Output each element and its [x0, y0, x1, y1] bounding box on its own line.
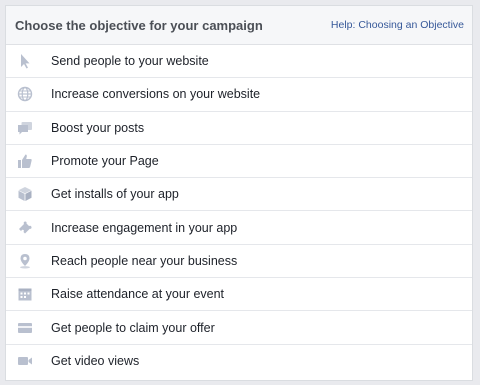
thumbs-up-icon: [16, 152, 34, 170]
puzzle-icon: [16, 219, 34, 237]
objective-item-website-conversions[interactable]: Increase conversions on your website: [6, 78, 472, 112]
objective-label: Increase engagement in your app: [51, 220, 238, 235]
panel-header: Choose the objective for your campaign H…: [6, 6, 472, 45]
objective-item-boost-posts[interactable]: Boost your posts: [6, 112, 472, 145]
objective-item-app-installs[interactable]: Get installs of your app: [6, 178, 472, 212]
objective-item-event-responses[interactable]: Raise attendance at your event: [6, 278, 472, 312]
objective-panel: Choose the objective for your campaign H…: [5, 5, 473, 381]
objective-item-app-engagement[interactable]: Increase engagement in your app: [6, 211, 472, 245]
objective-label: Increase conversions on your website: [51, 87, 261, 102]
objective-item-website-clicks[interactable]: Send people to your website: [6, 45, 472, 79]
objective-item-promote-page[interactable]: Promote your Page: [6, 145, 472, 179]
objective-label: Promote your Page: [51, 154, 159, 169]
objective-label: Reach people near your business: [51, 253, 238, 268]
panel-title: Choose the objective for your campaign: [15, 17, 263, 33]
calendar-icon: [16, 285, 34, 303]
objective-label: Send people to your website: [51, 54, 209, 69]
objective-label: Get people to claim your offer: [51, 320, 215, 335]
objective-label: Raise attendance at your event: [51, 287, 225, 302]
objective-label: Boost your posts: [51, 120, 145, 135]
box-icon: [16, 185, 34, 203]
objective-item-local-awareness[interactable]: Reach people near your business: [6, 245, 472, 279]
posts-icon: [16, 119, 34, 137]
objective-list: Send people to your website Increase con…: [6, 45, 472, 378]
objective-label: Get video views: [51, 354, 140, 369]
map-pin-icon: [16, 252, 34, 270]
cursor-icon: [16, 52, 34, 70]
video-camera-icon: [16, 352, 34, 370]
globe-icon: [16, 85, 34, 103]
objective-item-video-views[interactable]: Get video views: [6, 345, 472, 378]
objective-label: Get installs of your app: [51, 187, 179, 202]
help-link[interactable]: Help: Choosing an Objective: [331, 19, 464, 31]
offer-icon: [16, 319, 34, 337]
objective-item-offer-claims[interactable]: Get people to claim your offer: [6, 311, 472, 345]
